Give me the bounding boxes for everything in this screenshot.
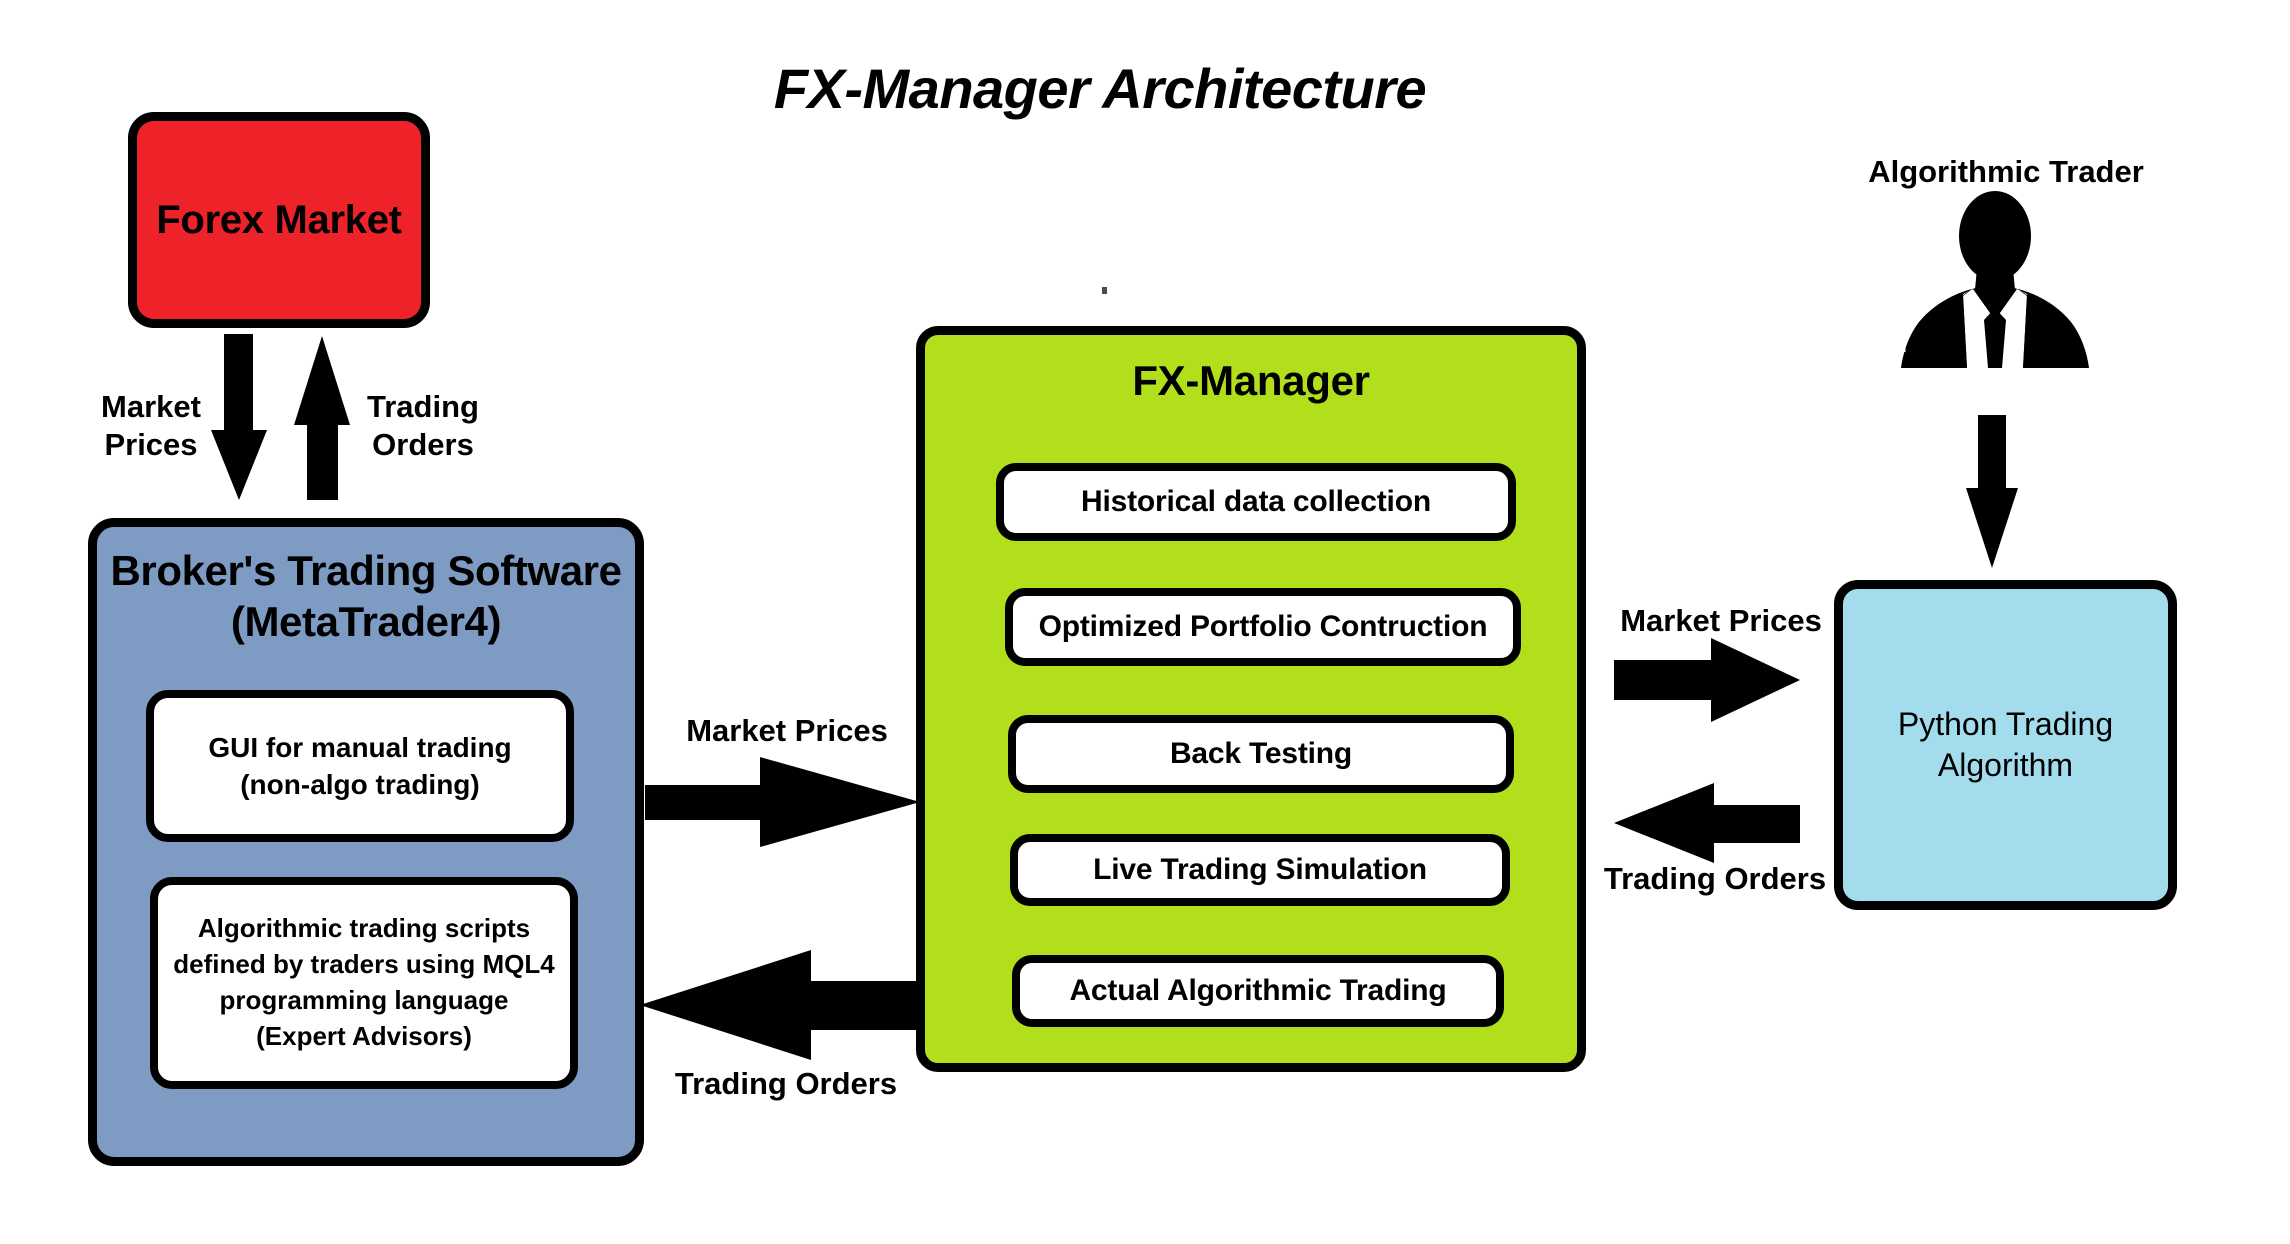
expert-advisors-card[interactable]: Algorithmic trading scripts defined by t… bbox=[150, 877, 578, 1089]
algorithmic-trader-label: Algorithmic Trader bbox=[1868, 154, 2144, 189]
label-market-prices-mid: Market Prices bbox=[686, 713, 888, 748]
forex-market-label: Forex Market bbox=[156, 197, 402, 242]
page-title: FX-Manager Architecture bbox=[773, 57, 1427, 120]
fx-card-optimized-portfolio-construction[interactable]: Optimized Portfolio Contruction bbox=[1005, 588, 1521, 666]
label-trading-orders-top: Trading Orders bbox=[367, 389, 479, 463]
arrow-broker-to-fxmanager bbox=[645, 757, 920, 847]
image-speck bbox=[1102, 287, 1107, 294]
fx-card-actual-algorithmic-trading[interactable]: Actual Algorithmic Trading bbox=[1012, 955, 1504, 1027]
label-market-prices-top: Market Prices bbox=[101, 389, 201, 463]
forex-market-node[interactable]: Forex Market bbox=[128, 112, 430, 328]
arrow-fxmanager-to-python bbox=[1614, 638, 1800, 722]
arrow-trader-to-python bbox=[1966, 415, 2018, 568]
gui-manual-trading-card[interactable]: GUI for manual trading (non-algo trading… bbox=[146, 690, 574, 842]
python-trading-algorithm-label: Python Trading Algorithm bbox=[1897, 706, 2114, 783]
fx-card-live-trading-simulation[interactable]: Live Trading Simulation bbox=[1010, 834, 1510, 906]
fx-card-historical-data-collection[interactable]: Historical data collection bbox=[996, 463, 1516, 541]
arrow-broker-to-forex bbox=[294, 336, 350, 500]
businessman-silhouette-icon bbox=[1901, 191, 2089, 368]
arrow-forex-to-broker bbox=[211, 334, 267, 500]
diagram-canvas: FX-Manager Architecture Forex Market Bro… bbox=[0, 0, 2290, 1244]
label-market-prices-right: Market Prices bbox=[1620, 603, 1822, 638]
python-trading-algorithm-node[interactable]: Python Trading Algorithm bbox=[1834, 580, 2177, 910]
fx-manager-label: FX-Manager bbox=[1132, 357, 1370, 404]
broker-trading-software-label: Broker's Trading Software (MetaTrader4) bbox=[110, 547, 622, 646]
arrow-python-to-fxmanager bbox=[1614, 783, 1800, 863]
fx-card-back-testing[interactable]: Back Testing bbox=[1008, 715, 1514, 793]
label-trading-orders-mid: Trading Orders bbox=[674, 1066, 898, 1101]
label-trading-orders-right: Trading Orders bbox=[1603, 861, 1827, 896]
